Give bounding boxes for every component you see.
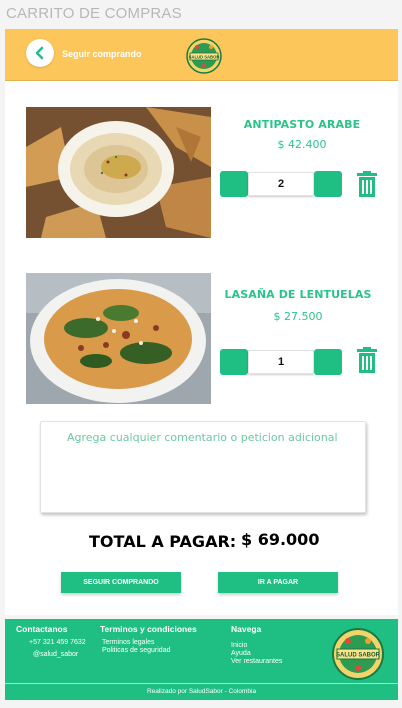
go-to-pay-button[interactable]: IR A PAGAR (218, 572, 338, 593)
quantity-stepper: 2 (220, 171, 342, 197)
footer-contact-heading: Contactanos (16, 624, 68, 634)
product-name: ANTIPASTO ARABE (243, 118, 361, 131)
back-button[interactable] (26, 39, 54, 67)
footer-credit: Realizado por SaludSabor - Colombia (146, 688, 257, 695)
comment-placeholder: Agrega cualquier comentario o peticion a… (67, 431, 338, 444)
total-value: $ 69.000 (241, 530, 320, 549)
back-label[interactable]: Seguir comprando (62, 49, 142, 59)
footer-phone[interactable]: +57 321 459 7632 (29, 639, 86, 647)
cart-content: ANTIPASTO ARABE $ 42.400 2 LASAÑA DE LEN… (5, 81, 398, 615)
page-title: CARRITO DE COMPRAS (6, 5, 182, 22)
decrease-quantity-button[interactable] (220, 171, 248, 197)
chevron-left-icon (35, 46, 44, 60)
footer: Contactanos +57 321 459 7632 @salud_sabo… (5, 619, 398, 700)
footer-social-handle[interactable]: @salud_sabor (33, 651, 78, 659)
cart-page: CARRITO DE COMPRAS Seguir comprando SALU… (0, 0, 402, 708)
footer-terms-heading: Terminos y condiciones (100, 624, 197, 634)
brand-logo-text: SALUD SABOR (189, 55, 220, 60)
footer-logo-text: SALUD SABOR (336, 653, 381, 659)
footer-nav-heading: Navega (231, 624, 262, 634)
quantity-value[interactable]: 1 (248, 350, 314, 374)
quantity-value[interactable]: 2 (248, 172, 314, 196)
footer-link-security[interactable]: Politicas de seguridad (102, 647, 171, 655)
trash-icon[interactable] (356, 347, 378, 373)
increase-quantity-button[interactable] (314, 171, 342, 197)
footer-divider (5, 683, 398, 684)
quantity-stepper: 1 (220, 349, 342, 375)
brand-logo[interactable]: SALUD SABOR (185, 37, 223, 75)
decrease-quantity-button[interactable] (220, 349, 248, 375)
product-name: LASAÑA DE LENTUELAS (224, 288, 372, 301)
product-image-hummus (26, 107, 211, 238)
footer-link-help[interactable]: Ayuda (231, 650, 251, 658)
product-image-pasta (26, 273, 211, 404)
header-bar: Seguir comprando SALUD SABOR (5, 29, 398, 81)
product-price: $ 42.400 (277, 138, 327, 151)
comment-textarea[interactable]: Agrega cualquier comentario o peticion a… (40, 421, 366, 513)
trash-icon[interactable] (356, 171, 378, 197)
increase-quantity-button[interactable] (314, 349, 342, 375)
continue-shopping-button[interactable]: SEGUIR COMPRANDO (61, 572, 181, 593)
footer-link-restaurants[interactable]: Ver restaurantes (231, 658, 282, 666)
footer-brand-logo: SALUD SABOR (332, 628, 384, 680)
total-label: TOTAL A PAGAR: (89, 532, 237, 551)
footer-link-legal[interactable]: Terminos legales (102, 639, 155, 647)
footer-link-home[interactable]: Inicio (231, 642, 247, 650)
product-price: $ 27.500 (273, 310, 323, 323)
